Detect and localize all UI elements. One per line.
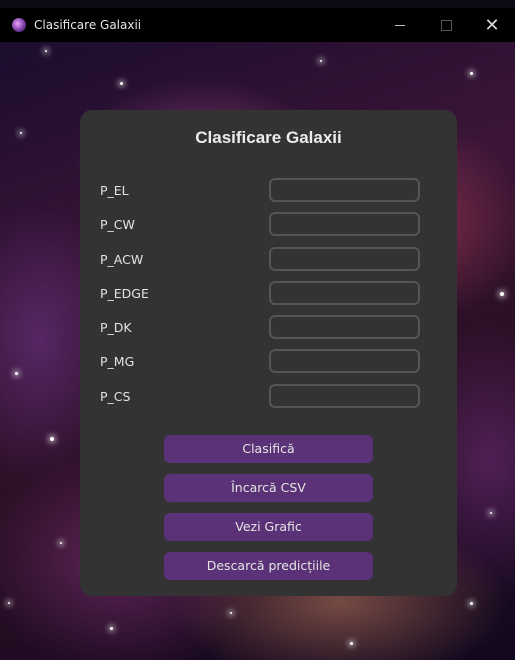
field-row-p-dk: P_DK <box>100 315 445 343</box>
star-decoration <box>60 542 62 544</box>
field-label-p-acw: P_ACW <box>100 252 144 267</box>
field-row-p-cs: P_CS <box>100 384 445 412</box>
galaxy-app-icon <box>12 18 26 32</box>
star-decoration <box>470 72 473 75</box>
star-decoration <box>110 627 113 630</box>
field-label-p-edge: P_EDGE <box>100 286 149 301</box>
star-decoration <box>20 132 22 134</box>
p-el-input[interactable] <box>269 178 420 202</box>
app-window: Clasificare Galaxii ✕ Clasificare Galaxi… <box>0 0 515 660</box>
star-decoration <box>230 612 232 614</box>
p-cs-input[interactable] <box>269 384 420 408</box>
star-decoration <box>45 50 47 52</box>
field-row-p-el: P_EL <box>100 178 445 206</box>
field-label-p-mg: P_MG <box>100 354 135 369</box>
maximize-icon <box>440 19 452 31</box>
minimize-icon <box>395 24 405 26</box>
window-controls: ✕ <box>377 8 515 42</box>
maximize-button[interactable] <box>423 8 469 42</box>
star-decoration <box>500 292 504 296</box>
close-icon: ✕ <box>484 14 500 36</box>
star-decoration <box>490 512 492 514</box>
p-acw-input[interactable] <box>269 247 420 271</box>
field-row-p-acw: P_ACW <box>100 247 445 275</box>
star-decoration <box>320 60 322 62</box>
classification-panel: Clasificare Galaxii P_EL P_CW P_ACW P_ED… <box>80 110 457 596</box>
p-dk-input[interactable] <box>269 315 420 339</box>
star-decoration <box>350 642 353 645</box>
star-decoration <box>470 602 473 605</box>
close-button[interactable]: ✕ <box>469 8 515 42</box>
field-label-p-cs: P_CS <box>100 389 131 404</box>
view-chart-button[interactable]: Vezi Grafic <box>164 513 373 541</box>
star-decoration <box>120 82 123 85</box>
minimize-button[interactable] <box>377 8 423 42</box>
classify-button[interactable]: Clasifică <box>164 435 373 463</box>
star-decoration <box>50 437 54 441</box>
field-row-p-edge: P_EDGE <box>100 281 445 309</box>
field-row-p-cw: P_CW <box>100 212 445 240</box>
p-edge-input[interactable] <box>269 281 420 305</box>
star-decoration <box>8 602 10 604</box>
field-label-p-cw: P_CW <box>100 217 135 232</box>
panel-title: Clasificare Galaxii <box>195 128 342 147</box>
load-csv-button[interactable]: Încarcă CSV <box>164 474 373 502</box>
field-row-p-mg: P_MG <box>100 349 445 377</box>
field-label-p-dk: P_DK <box>100 320 132 335</box>
p-mg-input[interactable] <box>269 349 420 373</box>
title-bar[interactable]: Clasificare Galaxii ✕ <box>0 8 515 42</box>
star-decoration <box>15 372 18 375</box>
download-predictions-button[interactable]: Descarcă predicțiile <box>164 552 373 580</box>
window-title: Clasificare Galaxii <box>34 18 142 32</box>
field-label-p-el: P_EL <box>100 183 129 198</box>
p-cw-input[interactable] <box>269 212 420 236</box>
